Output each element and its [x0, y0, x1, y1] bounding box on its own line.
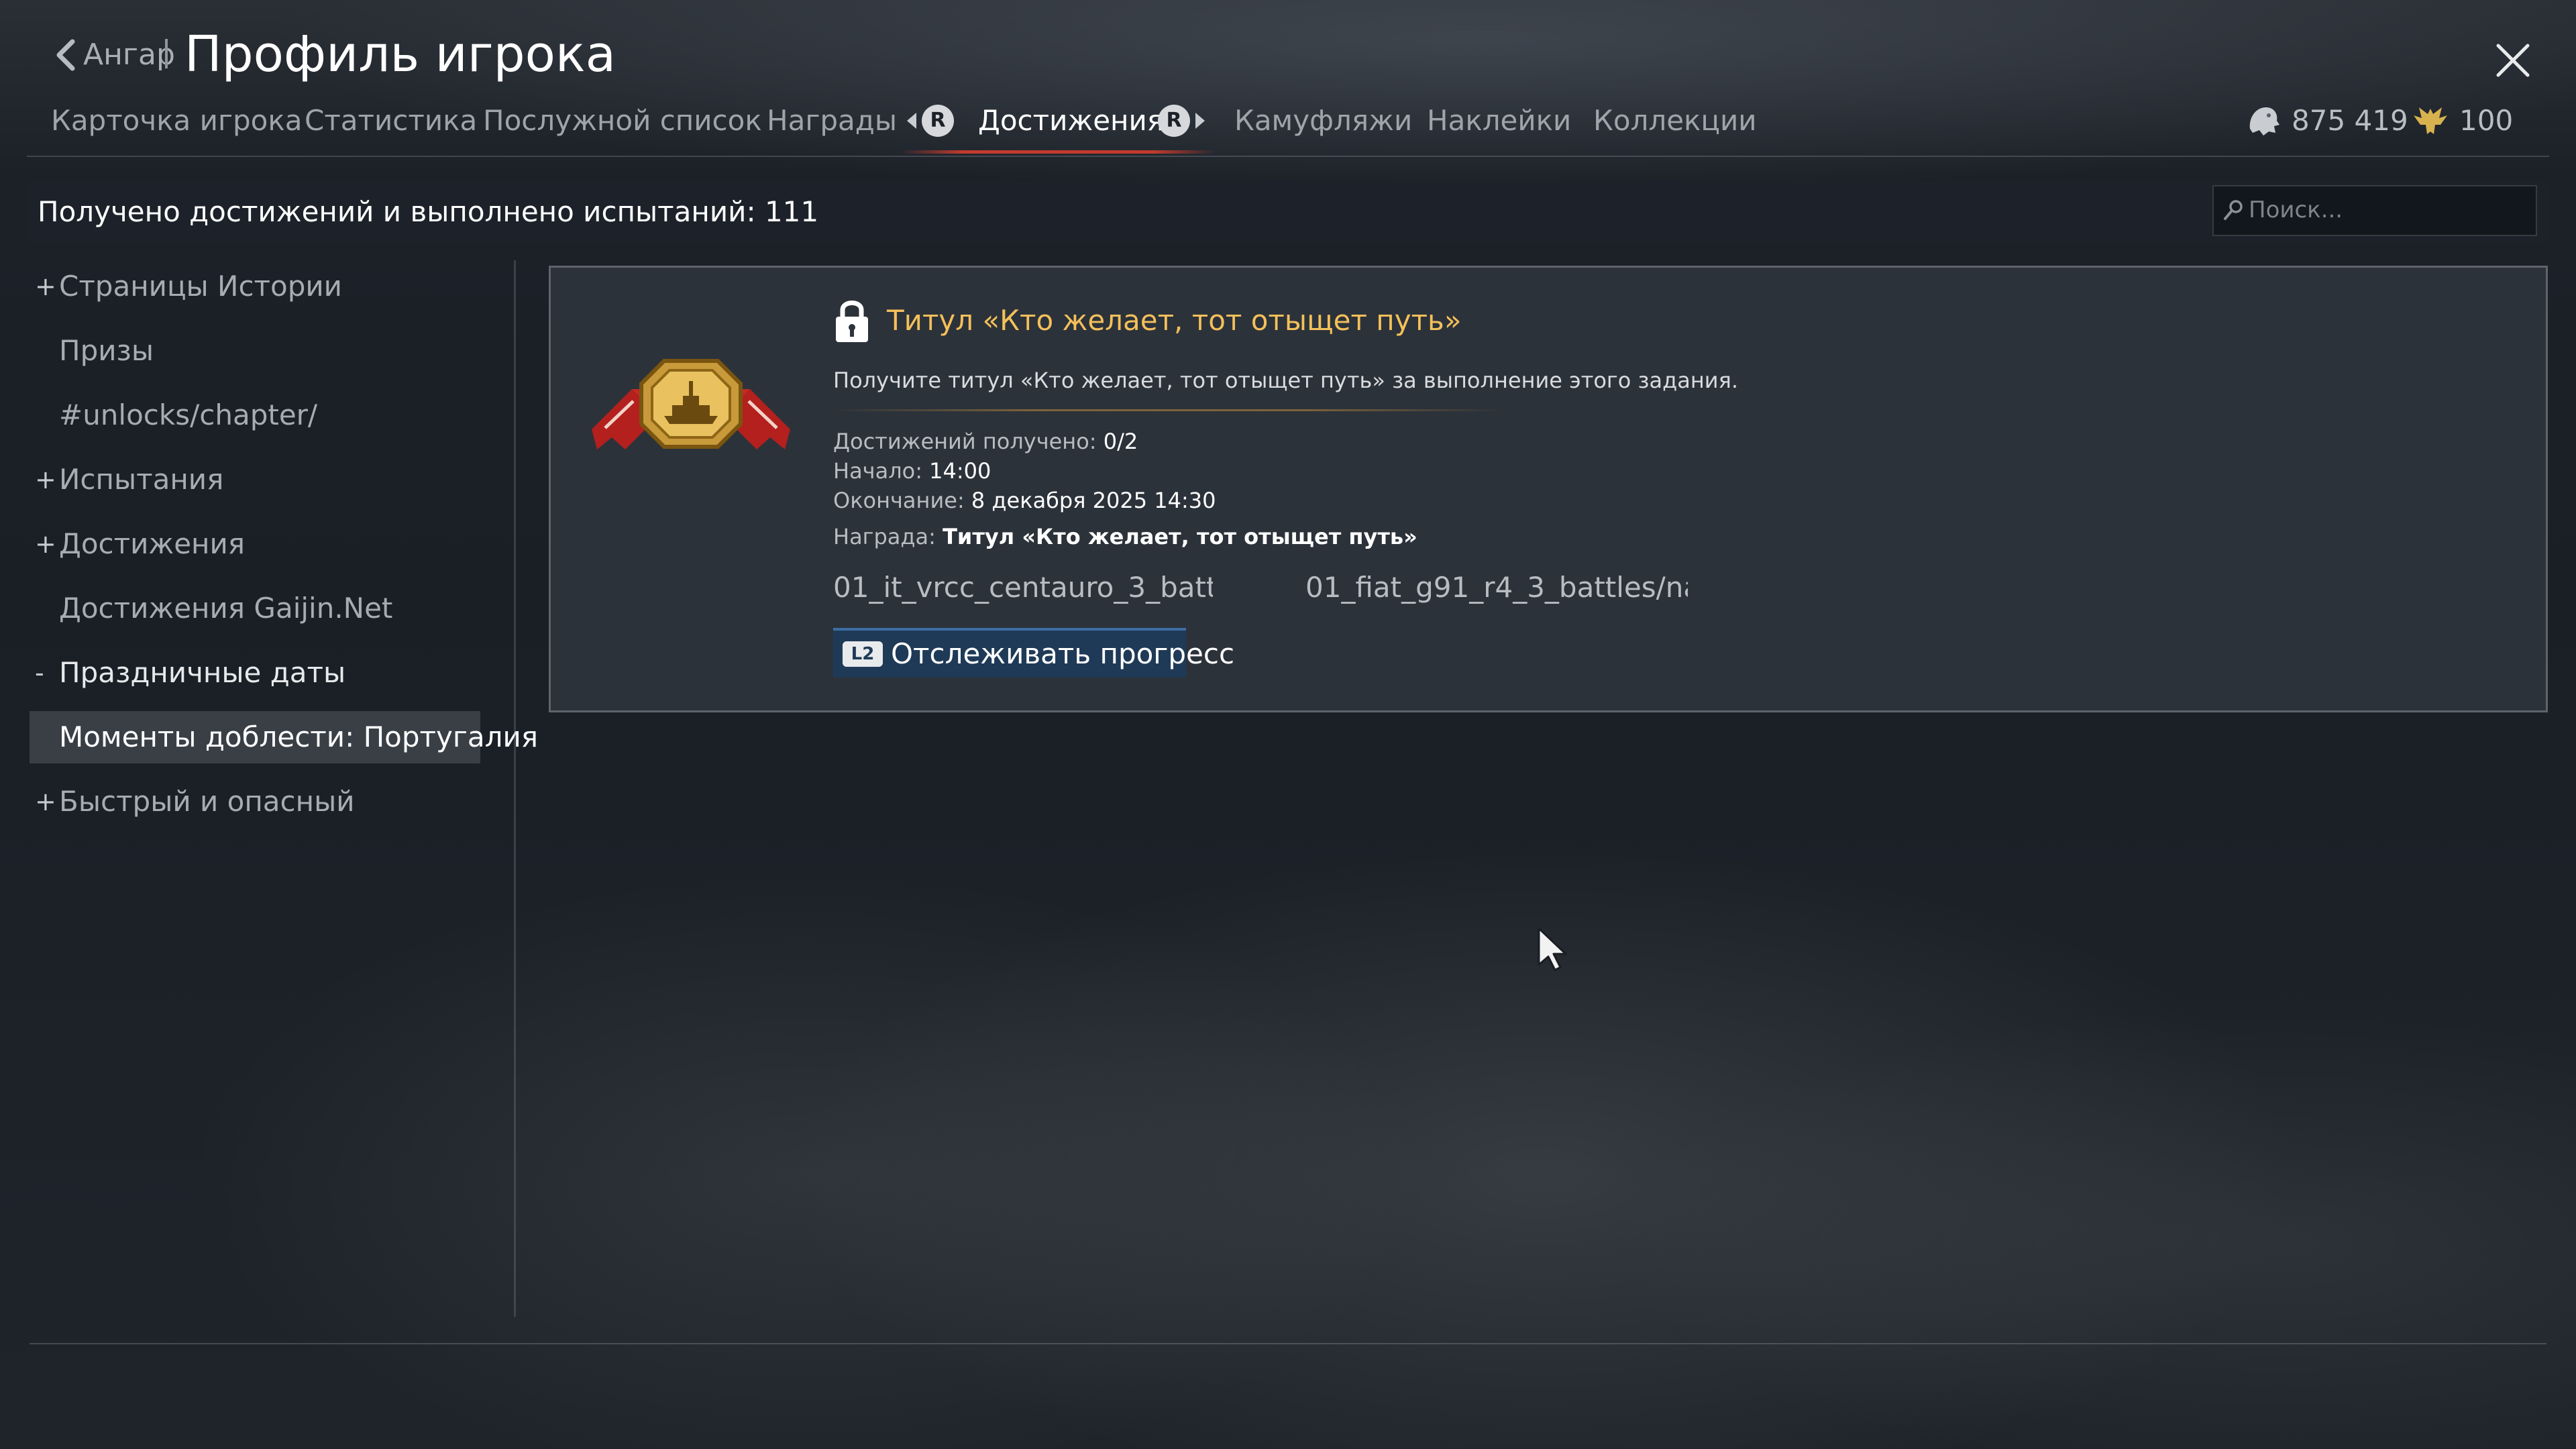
progress-line: Достижений получено: 0/2 — [833, 427, 1138, 456]
sidebar-item-holidays[interactable]: - Праздничные даты — [30, 647, 480, 699]
prev-tab-arrow-icon[interactable] — [907, 113, 916, 129]
sidebar-item-label: Достижения Gaijin.Net — [59, 592, 393, 625]
sidebar-item-achievements[interactable]: + Достижения — [30, 518, 480, 570]
sidebar-item-gaijin-net-achievements[interactable]: Достижения Gaijin.Net — [30, 582, 480, 635]
next-tab-arrow-icon[interactable] — [1195, 113, 1205, 129]
progress-label: Достижений получено: — [833, 429, 1097, 454]
tab-collections[interactable]: Коллекции — [1593, 101, 1757, 141]
sidebar-item-challenges[interactable]: + Испытания — [30, 453, 480, 506]
tab-service-record[interactable]: Послужной список — [483, 101, 762, 141]
achievements-count-text: Получено достижений и выполнено испытани… — [38, 195, 819, 228]
sidebar-item-label: Моменты доблести: Португалия — [59, 720, 539, 753]
reward-label: Награда: — [833, 524, 936, 549]
gamepad-l2-icon: L2 — [843, 641, 883, 667]
active-tab-underline — [900, 150, 1216, 154]
sidebar-divider — [514, 260, 516, 1317]
tab-decals[interactable]: Наклейки — [1427, 101, 1571, 141]
tab-awards[interactable]: Награды — [767, 101, 897, 141]
search-placeholder: Поиск... — [2249, 197, 2343, 223]
silver-lions-value: 875 419 — [2292, 104, 2408, 137]
silver-lion-icon — [2249, 107, 2279, 136]
sidebar-item-label: Страницы Истории — [59, 270, 342, 303]
footer-divider — [30, 1343, 2546, 1344]
golden-eagle-icon — [2414, 107, 2447, 134]
end-value: 8 декабря 2025 14:30 — [971, 488, 1216, 513]
progress-value: 0/2 — [1103, 429, 1138, 454]
golden-eagles-value: 100 — [2459, 104, 2514, 137]
lock-icon — [836, 301, 868, 342]
expand-toggle[interactable]: + — [35, 453, 56, 506]
start-label: Начало: — [833, 458, 922, 484]
sidebar-item-label: Праздничные даты — [59, 656, 346, 689]
subtask-id-1: 01_it_vrcc_centauro_3_battles/ — [833, 571, 1213, 604]
achievement-title: Титул «Кто желает, тот отыщет путь» — [887, 304, 1462, 337]
track-progress-label: Отслеживать прогресс — [891, 637, 1235, 670]
gamepad-r-next-icon: R — [1158, 105, 1190, 137]
sidebar-item-label: #unlocks/chapter/ — [59, 398, 318, 431]
tab-player-card[interactable]: Карточка игрока — [51, 101, 302, 141]
sidebar-item-prizes[interactable]: Призы — [30, 325, 480, 377]
header-divider — [27, 156, 2549, 157]
search-icon — [2224, 200, 2243, 220]
tab-achievements[interactable]: Достижения — [978, 101, 1164, 141]
mouse-cursor-icon — [1538, 927, 1567, 971]
expand-toggle[interactable]: + — [35, 260, 56, 313]
description-underline — [833, 409, 1504, 411]
title-medal-icon — [592, 359, 790, 449]
end-label: Окончание: — [833, 488, 965, 513]
title-separator — [165, 39, 168, 68]
reward-value: Титул «Кто желает, тот отыщет путь» — [943, 524, 1417, 549]
close-icon[interactable] — [2493, 40, 2533, 80]
tab-statistics[interactable]: Статистика — [305, 101, 477, 141]
sidebar-item-label: Достижения — [59, 527, 246, 560]
sidebar-item-label: Быстрый и опасный — [59, 785, 355, 818]
start-line: Начало: 14:00 — [833, 456, 991, 486]
sidebar-item-label: Испытания — [59, 463, 224, 496]
subtask-id-2: 01_fiat_g91_r4_3_battles/nam — [1305, 571, 1688, 604]
gamepad-r-prev-icon: R — [922, 105, 954, 137]
sidebar-item-unlocks-chapter[interactable]: #unlocks/chapter/ — [30, 389, 480, 441]
back-to-hangar-link[interactable]: Ангар — [83, 35, 175, 75]
sidebar-item-moments-of-valor-portugal[interactable]: Моменты доблести: Португалия — [30, 711, 538, 763]
expand-toggle[interactable]: + — [35, 775, 56, 828]
sidebar-item-history-pages[interactable]: + Страницы Истории — [30, 260, 480, 313]
sidebar-item-label: Призы — [59, 334, 154, 367]
back-arrow-icon[interactable] — [48, 35, 86, 75]
reward-line: Награда: Титул «Кто желает, тот отыщет п… — [833, 522, 1417, 551]
end-line: Окончание: 8 декабря 2025 14:30 — [833, 486, 1216, 515]
sidebar-item-fast-and-dangerous[interactable]: + Быстрый и опасный — [30, 775, 480, 828]
collapse-toggle[interactable]: - — [35, 647, 44, 699]
tab-camouflages[interactable]: Камуфляжи — [1234, 101, 1412, 141]
start-value: 14:00 — [929, 458, 991, 484]
expand-toggle[interactable]: + — [35, 518, 56, 570]
achievement-description: Получите титул «Кто желает, тот отыщет п… — [833, 368, 1738, 393]
page-title: Профиль игрока — [184, 25, 616, 83]
